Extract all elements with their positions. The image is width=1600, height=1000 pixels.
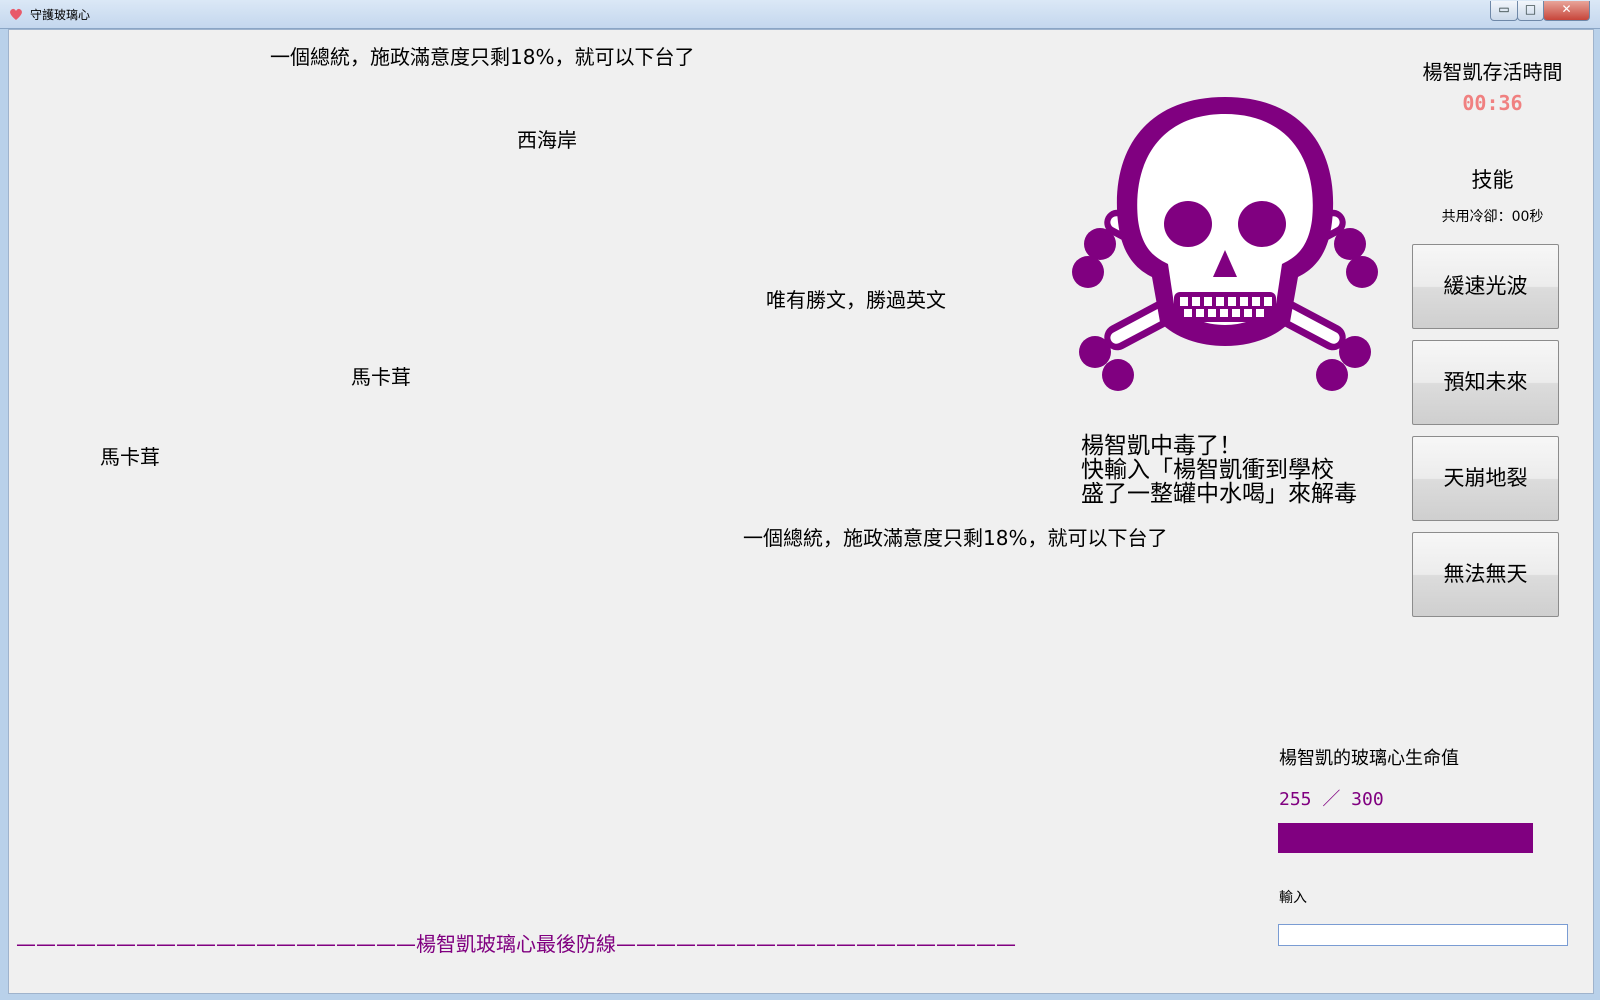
falling-word: 一個總統，施政滿意度只剩18%，就可以下台了 <box>270 45 695 69</box>
poison-line-3: 盛了一整罐中水喝」來解毒 <box>1081 481 1357 507</box>
skill-button-earthquake[interactable]: 天崩地裂 <box>1412 436 1559 521</box>
hp-label: 楊智凱的玻璃心生命值 <box>1279 748 1459 769</box>
title-bar: 守護玻璃心 ▭ □ ✕ <box>0 0 1600 29</box>
hp-bar <box>1278 823 1534 853</box>
skill-button-lawless[interactable]: 無法無天 <box>1412 532 1559 617</box>
skill-button-slow-wave[interactable]: 緩速光波 <box>1412 244 1559 329</box>
falling-word: 馬卡茸 <box>351 365 411 389</box>
answer-input[interactable] <box>1278 924 1568 946</box>
skill-cooldown: 共用冷卻：00秒 <box>1441 209 1544 225</box>
window-title: 守護玻璃心 <box>30 8 91 22</box>
skills-heading: 技能 <box>1471 168 1514 192</box>
poison-line-2: 快輸入「楊智凱衝到學校 <box>1081 457 1334 483</box>
last-defense-line: ————————————————————楊智凱玻璃心最後防線——————————… <box>16 932 1016 956</box>
maximize-button[interactable]: □ <box>1517 1 1544 21</box>
heart-icon <box>10 8 22 20</box>
survival-label: 楊智凱存活時間 <box>1422 60 1563 84</box>
input-label: 輸入 <box>1279 890 1307 906</box>
falling-word: 一個總統，施政滿意度只剩18%，就可以下台了 <box>743 526 1168 550</box>
poison-line-1: 楊智凱中毒了！ <box>1081 433 1242 459</box>
close-button[interactable]: ✕ <box>1543 1 1590 21</box>
skull-crossbones-icon <box>1072 97 1378 391</box>
falling-word: 西海岸 <box>517 128 577 152</box>
survival-time: 00:36 <box>1462 91 1523 115</box>
poison-warning: 楊智凱中毒了！ 快輸入「楊智凱衝到學校 盛了一整罐中水喝」來解毒 <box>1081 434 1357 506</box>
minimize-button[interactable]: ▭ <box>1490 1 1518 21</box>
falling-word: 馬卡茸 <box>100 445 160 469</box>
skill-button-foresee[interactable]: 預知未來 <box>1412 340 1559 425</box>
hp-value: 255 ／ 300 <box>1279 789 1384 810</box>
falling-word: 唯有勝文，勝過英文 <box>766 288 946 312</box>
hp-bar-fill <box>1278 823 1533 853</box>
